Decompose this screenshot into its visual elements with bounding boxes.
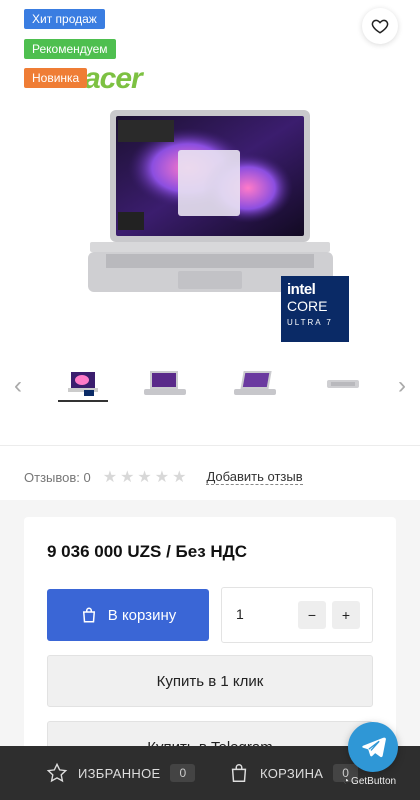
heart-icon [371,19,389,34]
thumbnail-2[interactable] [140,366,190,402]
star-icon[interactable]: ★ [103,467,117,487]
thumbnail-1[interactable] [58,366,108,402]
rating-row: Отзывов: 0 ★ ★ ★ ★ ★ Добавить отзыв [24,467,404,487]
star-icon[interactable]: ★ [120,467,134,487]
add-to-cart-button[interactable]: В корзину [47,589,209,641]
chevron-right-icon[interactable]: › [392,372,412,400]
badge-new: Новинка [24,68,88,88]
product-image[interactable] [88,108,333,298]
star-icon[interactable]: ★ [172,467,186,487]
favorites-count: 0 [170,764,196,782]
cart-button[interactable]: КОРЗИНА 0 [228,762,359,784]
quantity-decrease-button[interactable]: − [298,601,326,629]
thumbnail-carousel: ‹ › [0,362,420,408]
chevron-left-icon[interactable]: ‹ [8,372,28,400]
shopping-bag-icon [82,607,95,623]
telegram-icon [362,737,386,758]
favorites-button[interactable]: ИЗБРАННОЕ 0 [46,762,196,784]
rating-stars[interactable]: ★ ★ ★ ★ ★ [103,467,187,487]
thumbnail-4[interactable] [318,366,368,402]
wishlist-button[interactable] [362,8,398,44]
getbutton-logo-icon: ◔ [343,776,350,787]
add-review-link[interactable]: Добавить отзыв [206,469,303,485]
quantity-increase-button[interactable]: + [332,601,360,629]
telegram-chat-button[interactable] [348,722,398,772]
badge-recommended: Рекомендуем [24,39,116,59]
add-to-cart-label: В корзину [107,606,177,624]
reviews-count: Отзывов: 0 [24,469,91,485]
star-outline-icon [46,762,68,783]
badge-hit: Хит продаж [24,9,105,29]
shopping-bag-icon [231,764,247,782]
quantity-stepper: 1 − + [221,587,373,643]
intel-core-ultra-sticker: intel CORE ULTRA 7 [281,276,349,342]
brand-logo: acer [84,62,143,95]
cart-label: КОРЗИНА [260,765,324,781]
buy-one-click-button[interactable]: Купить в 1 клик [47,655,373,707]
star-icon[interactable]: ★ [137,467,151,487]
favorites-label: ИЗБРАННОЕ [78,765,161,781]
product-gallery: Хит продаж Рекомендуем acer Новинка inte… [0,0,420,445]
getbutton-widget-label[interactable]: ◔ GetButton [343,776,396,787]
divider [0,445,420,446]
star-icon[interactable]: ★ [155,467,169,487]
quantity-input[interactable]: 1 [236,606,244,622]
product-price: 9 036 000 UZS / Без НДС [47,542,248,561]
thumbnail-3[interactable] [230,366,280,402]
